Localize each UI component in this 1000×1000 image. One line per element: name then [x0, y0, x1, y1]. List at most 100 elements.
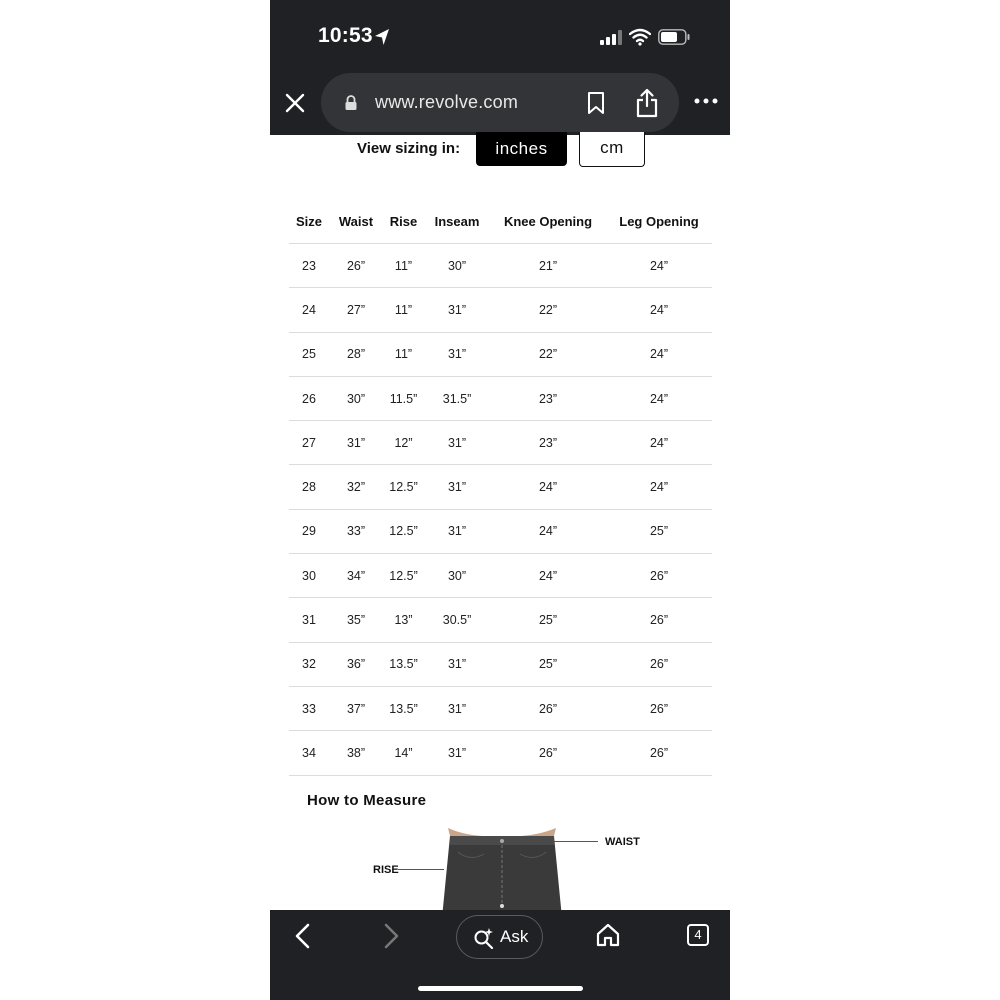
cell-size: 34 [289, 730, 329, 776]
cell-rise: 11.5” [383, 376, 424, 422]
cell-knee-opening: 24” [490, 464, 606, 510]
rise-guide-line [398, 869, 444, 870]
cell-leg-opening: 26” [606, 597, 712, 643]
address-bar[interactable]: www.revolve.com [321, 73, 679, 132]
browser-bottom-toolbar: Ask 4 [270, 910, 730, 1000]
more-icon[interactable] [694, 96, 718, 106]
table-row: 34 38” 14” 31” 26” 26” [289, 730, 712, 776]
share-icon[interactable] [635, 88, 659, 118]
inches-toggle-button[interactable]: inches [476, 132, 567, 166]
cell-knee-opening: 25” [490, 642, 606, 687]
bookmark-icon[interactable] [586, 91, 606, 115]
cell-rise: 13.5” [383, 642, 424, 687]
cell-waist: 28” [329, 332, 383, 377]
cell-leg-opening: 24” [606, 332, 712, 377]
table-row: 29 33” 12.5” 31” 24” 25” [289, 509, 712, 555]
browser-top-bar: 10:53 www.revolve.com [270, 0, 730, 135]
cell-knee-opening: 25” [490, 597, 606, 643]
cell-leg-opening: 26” [606, 730, 712, 776]
cell-inseam: 31” [424, 642, 490, 687]
cell-knee-opening: 24” [490, 509, 606, 555]
column-header-leg-opening: Leg Opening [606, 200, 712, 244]
cell-leg-opening: 26” [606, 642, 712, 687]
ask-button[interactable]: Ask [456, 915, 543, 959]
cell-waist: 32” [329, 464, 383, 510]
cell-rise: 13.5” [383, 686, 424, 732]
cell-inseam: 30” [424, 553, 490, 599]
table-row: 27 31” 12” 31” 23” 24” [289, 420, 712, 466]
status-time: 10:53 [318, 24, 373, 47]
cm-toggle-button[interactable]: cm [579, 132, 645, 167]
cell-inseam: 31.5” [424, 376, 490, 422]
cell-inseam: 31” [424, 686, 490, 732]
column-header-rise: Rise [383, 200, 424, 244]
cell-size: 31 [289, 597, 329, 643]
cell-inseam: 31” [424, 420, 490, 466]
table-row: 25 28” 11” 31” 22” 24” [289, 332, 712, 377]
cell-knee-opening: 21” [490, 243, 606, 289]
table-row: 33 37” 13.5” 31” 26” 26” [289, 686, 712, 732]
cell-inseam: 30.5” [424, 597, 490, 643]
phone-screen: 10:53 www.revolve.com View sizing in: in… [270, 0, 730, 1000]
cell-knee-opening: 23” [490, 420, 606, 466]
cell-knee-opening: 23” [490, 376, 606, 422]
cell-inseam: 31” [424, 509, 490, 555]
how-to-measure-title: How to Measure [307, 792, 427, 809]
cell-waist: 33” [329, 509, 383, 555]
wifi-icon [629, 28, 651, 46]
home-icon[interactable] [595, 922, 621, 948]
url-text[interactable]: www.revolve.com [375, 92, 518, 113]
lock-icon [345, 95, 357, 110]
cell-leg-opening: 24” [606, 464, 712, 510]
cell-inseam: 30” [424, 243, 490, 289]
cell-rise: 13” [383, 597, 424, 643]
cell-rise: 12” [383, 420, 424, 466]
cell-size: 26 [289, 376, 329, 422]
home-indicator[interactable] [418, 986, 583, 991]
cell-rise: 12.5” [383, 553, 424, 599]
cell-rise: 12.5” [383, 509, 424, 555]
back-icon[interactable] [292, 922, 314, 950]
tabs-icon[interactable]: 4 [687, 924, 709, 946]
cell-size: 25 [289, 332, 329, 377]
table-row: 23 26” 11” 30” 21” 24” [289, 243, 712, 289]
column-header-knee-opening: Knee Opening [490, 200, 606, 244]
cell-knee-opening: 22” [490, 332, 606, 377]
size-chart-table: Size Waist Rise Inseam Knee Opening Leg … [289, 200, 712, 776]
cell-leg-opening: 26” [606, 686, 712, 732]
cell-rise: 12.5” [383, 464, 424, 510]
close-icon[interactable] [282, 90, 308, 116]
cell-waist: 26” [329, 243, 383, 289]
cell-knee-opening: 26” [490, 730, 606, 776]
cell-waist: 38” [329, 730, 383, 776]
cell-size: 28 [289, 464, 329, 510]
cell-inseam: 31” [424, 287, 490, 333]
cell-size: 27 [289, 420, 329, 466]
cell-size: 32 [289, 642, 329, 687]
cell-waist: 37” [329, 686, 383, 732]
cell-waist: 31” [329, 420, 383, 466]
cell-inseam: 31” [424, 730, 490, 776]
cell-rise: 14” [383, 730, 424, 776]
ask-search-icon [474, 928, 494, 949]
battery-icon [658, 29, 690, 45]
cell-inseam: 31” [424, 464, 490, 510]
cell-size: 23 [289, 243, 329, 289]
table-header-row: Size Waist Rise Inseam Knee Opening Leg … [289, 200, 712, 244]
location-arrow-icon [375, 29, 389, 45]
cell-waist: 27” [329, 287, 383, 333]
signal-icon [600, 30, 622, 45]
cell-leg-opening: 24” [606, 420, 712, 466]
cell-size: 30 [289, 553, 329, 599]
cell-knee-opening: 26” [490, 686, 606, 732]
cell-waist: 35” [329, 597, 383, 643]
ask-label: Ask [500, 927, 529, 946]
cell-knee-opening: 24” [490, 553, 606, 599]
cell-knee-opening: 22” [490, 287, 606, 333]
table-row: 31 35” 13” 30.5” 25” 26” [289, 597, 712, 643]
table-row: 28 32” 12.5” 31” 24” 24” [289, 464, 712, 510]
cell-waist: 36” [329, 642, 383, 687]
waist-guide-line [554, 841, 598, 842]
column-header-waist: Waist [329, 200, 383, 244]
forward-icon[interactable] [380, 922, 402, 950]
